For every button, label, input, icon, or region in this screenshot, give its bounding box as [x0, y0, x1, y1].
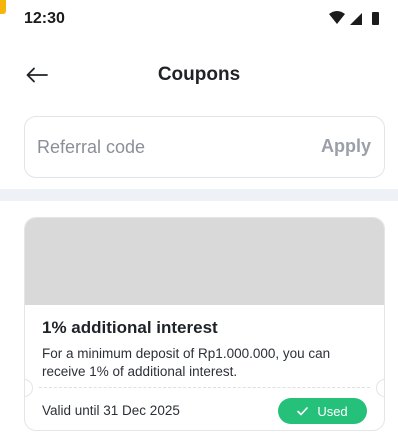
- page-title: Coupons: [157, 64, 241, 85]
- coupon-image-placeholder: [25, 218, 384, 305]
- status-badge: Used: [278, 398, 367, 424]
- referral-code-input[interactable]: [37, 133, 277, 161]
- status-time: 12:30: [24, 10, 65, 27]
- status-bar: 12:30: [0, 0, 398, 40]
- coupon-notch-right: [376, 379, 384, 397]
- app-header: Coupons: [0, 52, 398, 98]
- referral-code-field: Apply: [24, 116, 385, 178]
- apply-button[interactable]: Apply: [321, 136, 371, 157]
- coupon-validity: Valid until 31 Dec 2025: [42, 403, 180, 418]
- coupon-description: For a minimum deposit of Rp1.000.000, yo…: [42, 346, 331, 379]
- wifi-icon: [329, 11, 345, 24]
- section-divider: [0, 189, 398, 201]
- check-icon: [297, 406, 309, 415]
- battery-icon: [372, 12, 379, 25]
- coupon-card[interactable]: 1% additional interest For a minimum dep…: [24, 217, 385, 431]
- coupon-dashed-separator: [39, 387, 370, 388]
- status-badge-label: Used: [317, 403, 348, 419]
- coupon-title: 1% additional interest: [42, 318, 218, 337]
- status-icons: [329, 11, 379, 25]
- signal-icon: [350, 13, 362, 25]
- coupon-notch-left: [25, 379, 33, 397]
